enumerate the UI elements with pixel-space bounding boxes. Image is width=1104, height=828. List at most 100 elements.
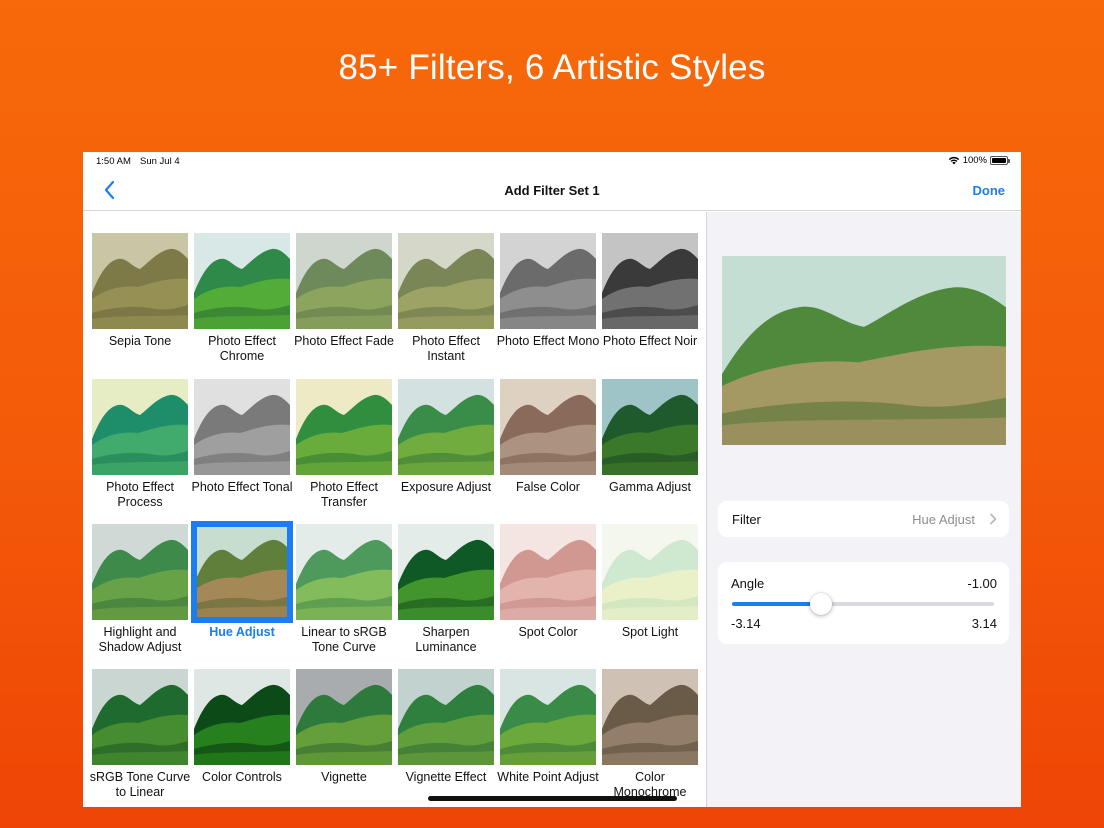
done-button[interactable]: Done [973, 183, 1006, 198]
filter-label: Photo Effect Noir [602, 334, 698, 348]
filter-thumbnail [194, 233, 290, 329]
filter-thumbnail [500, 669, 596, 765]
filter-label: Photo Effect Mono [496, 334, 600, 348]
filter-thumbnail [296, 233, 392, 329]
filter-tile[interactable]: Gamma Adjust [602, 379, 698, 495]
filter-tile[interactable]: Hue Adjust [191, 521, 293, 640]
filter-thumbnail [92, 379, 188, 475]
filter-label: sRGB Tone Curve to Linear [89, 770, 191, 799]
filter-row-label: Filter [732, 512, 761, 527]
filter-tile[interactable]: Photo Effect Process [92, 379, 188, 510]
filter-thumbnail [500, 524, 596, 620]
filter-tile[interactable]: Vignette [296, 669, 392, 785]
filter-tile[interactable]: Photo Effect Tonal [191, 379, 293, 495]
chevron-left-icon [104, 180, 115, 200]
filter-label: Spot Color [518, 625, 578, 639]
filter-label: Photo Effect Fade [294, 334, 394, 348]
filter-thumbnail [602, 524, 698, 620]
status-right: 100% [948, 155, 1010, 166]
filter-label: Spot Light [621, 625, 679, 639]
angle-label: Angle [731, 576, 765, 591]
filter-thumbnail [92, 669, 188, 765]
filter-thumbnail [602, 233, 698, 329]
battery-percent: 100% [962, 155, 987, 166]
filter-tile[interactable]: sRGB Tone Curve to Linear [90, 669, 190, 800]
angle-min: -3.14 [731, 616, 761, 631]
filter-grid: Sepia Tone Photo Effect Chrome Photo Effec… [83, 212, 706, 807]
filter-thumbnail [191, 521, 293, 623]
filter-label: Photo Effect Process [106, 480, 174, 509]
wifi-icon [948, 156, 959, 165]
filter-tile[interactable]: Color Monochrome [602, 669, 698, 800]
filter-label: Color Controls [202, 770, 282, 784]
filter-tile[interactable]: Spot Light [602, 524, 698, 640]
filter-label: Photo Effect Chrome [208, 334, 276, 363]
filter-thumbnail [602, 669, 698, 765]
filter-tile[interactable]: Highlight and Shadow Adjust [92, 524, 188, 655]
filter-thumbnail [500, 379, 596, 475]
angle-slider[interactable] [732, 593, 994, 615]
filter-label: Photo Effect Instant [412, 334, 480, 363]
filter-label: White Point Adjust [497, 770, 599, 784]
filter-tile[interactable]: White Point Adjust [497, 669, 599, 785]
filter-label: Linear to sRGB Tone Curve [301, 625, 387, 654]
filter-tile[interactable]: Spot Color [500, 524, 596, 640]
filter-label: False Color [516, 480, 580, 494]
filter-thumbnail [398, 379, 494, 475]
filter-thumbnail [296, 669, 392, 765]
filter-thumbnail [398, 669, 494, 765]
nav-title: Add Filter Set 1 [504, 183, 600, 198]
filter-row[interactable]: Filter Hue Adjust [718, 501, 1009, 537]
filter-tile[interactable]: Photo Effect Noir [602, 233, 698, 349]
home-indicator [428, 796, 677, 801]
status-date: Sun Jul 4 [140, 156, 180, 167]
filter-tile[interactable]: Photo Effect Instant [398, 233, 494, 364]
filter-label: Vignette Effect [405, 770, 487, 784]
filter-tile[interactable]: Linear to sRGB Tone Curve [296, 524, 392, 655]
filter-tile[interactable]: Vignette Effect [398, 669, 494, 785]
filter-thumbnail [296, 524, 392, 620]
filter-thumbnail [602, 379, 698, 475]
filter-label: Vignette [321, 770, 367, 784]
filter-label: Exposure Adjust [400, 480, 492, 494]
filter-thumbnail [296, 379, 392, 475]
navigation-bar: Add Filter Set 1 Done [83, 170, 1021, 211]
filter-tile[interactable]: Photo Effect Transfer [296, 379, 392, 510]
angle-value: -1.00 [967, 576, 997, 591]
chevron-right-icon [990, 513, 997, 525]
status-bar: 1:50 AM Sun Jul 4 100% [83, 152, 1021, 170]
filter-thumbnail [500, 233, 596, 329]
filter-tile[interactable]: Photo Effect Mono [497, 233, 599, 349]
filter-label: Photo Effect Transfer [310, 480, 378, 509]
angle-max: 3.14 [971, 616, 997, 631]
detail-pane: Filter Hue Adjust Angle -1.00 -3.14 3.14 [707, 212, 1021, 807]
battery-icon [990, 156, 1010, 165]
filter-thumbnail [194, 379, 290, 475]
filter-thumbnail [194, 669, 290, 765]
slider-fill [732, 602, 822, 606]
preview-image [722, 256, 1006, 445]
filter-tile[interactable]: Photo Effect Fade [294, 233, 394, 349]
filter-tile[interactable]: Photo Effect Chrome [194, 233, 290, 364]
filter-tile[interactable]: Sharpen Luminance [398, 524, 494, 655]
filter-tile[interactable]: Exposure Adjust [398, 379, 494, 495]
filter-label: Gamma Adjust [609, 480, 691, 494]
filter-tile[interactable]: Color Controls [194, 669, 290, 785]
filter-label: Sharpen Luminance [415, 625, 477, 654]
status-time: 1:50 AM [96, 156, 131, 167]
filter-thumbnail [398, 524, 494, 620]
filter-label: Sepia Tone [108, 334, 172, 348]
filter-label: Photo Effect Tonal [191, 480, 293, 494]
ipad-screen: 1:50 AM Sun Jul 4 100% Add Filter Set 1 … [83, 152, 1021, 807]
slider-thumb[interactable] [810, 593, 833, 615]
angle-control: Angle -1.00 -3.14 3.14 [718, 562, 1009, 644]
filter-label: Hue Adjust [209, 625, 275, 639]
back-button[interactable] [101, 178, 121, 202]
filter-thumbnail [398, 233, 494, 329]
headline: 85+ Filters, 6 Artistic Styles [338, 48, 766, 87]
filter-thumbnail [92, 524, 188, 620]
filter-tile[interactable]: False Color [500, 379, 596, 495]
filter-label: Highlight and Shadow Adjust [98, 625, 182, 654]
filter-tile[interactable]: Sepia Tone [92, 233, 188, 349]
filter-row-value: Hue Adjust [912, 512, 975, 527]
